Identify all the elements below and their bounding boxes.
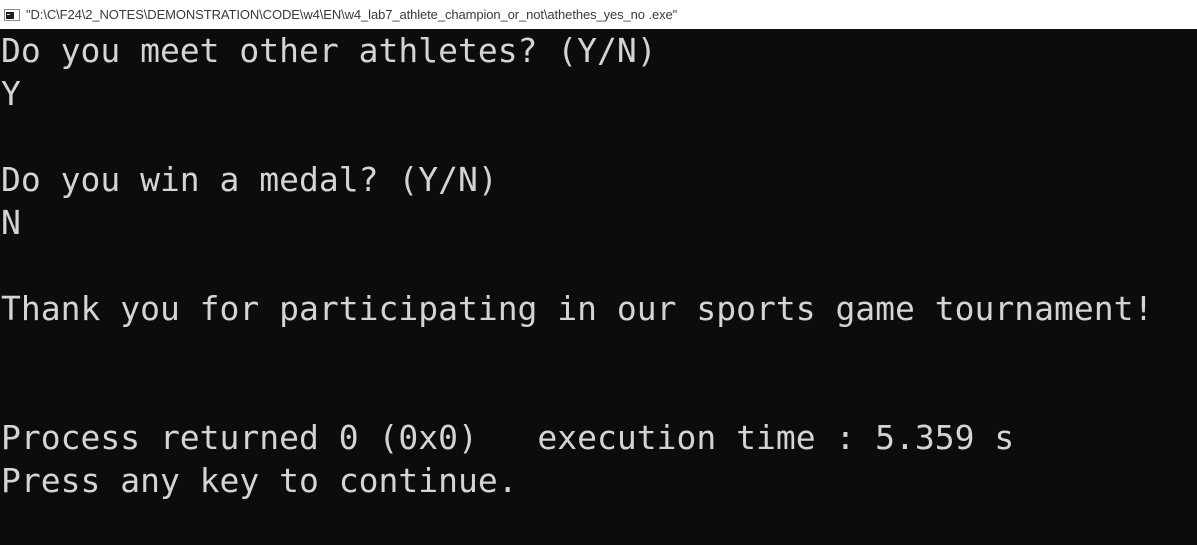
console-line-answer-athletes: Y	[1, 74, 21, 113]
window-title: "D:\C\F24\2_NOTES\DEMONSTRATION\CODE\w4\…	[26, 7, 678, 22]
console-line-question-athletes: Do you meet other athletes? (Y/N)	[1, 31, 657, 70]
console-line-press-any-key: Press any key to continue.	[1, 461, 518, 500]
console-line-thank-you: Thank you for participating in our sport…	[1, 289, 1154, 328]
title-bar[interactable]: "D:\C\F24\2_NOTES\DEMONSTRATION\CODE\w4\…	[0, 0, 1197, 29]
console-output[interactable]: Do you meet other athletes? (Y/N) Y Do y…	[0, 29, 1197, 545]
console-line-process-returned: Process returned 0 (0x0) execution time …	[1, 418, 1015, 457]
console-app-icon	[4, 8, 20, 21]
console-line-question-medal: Do you win a medal? (Y/N)	[1, 160, 498, 199]
console-line-answer-medal: N	[1, 203, 21, 242]
console-window: "D:\C\F24\2_NOTES\DEMONSTRATION\CODE\w4\…	[0, 0, 1197, 545]
